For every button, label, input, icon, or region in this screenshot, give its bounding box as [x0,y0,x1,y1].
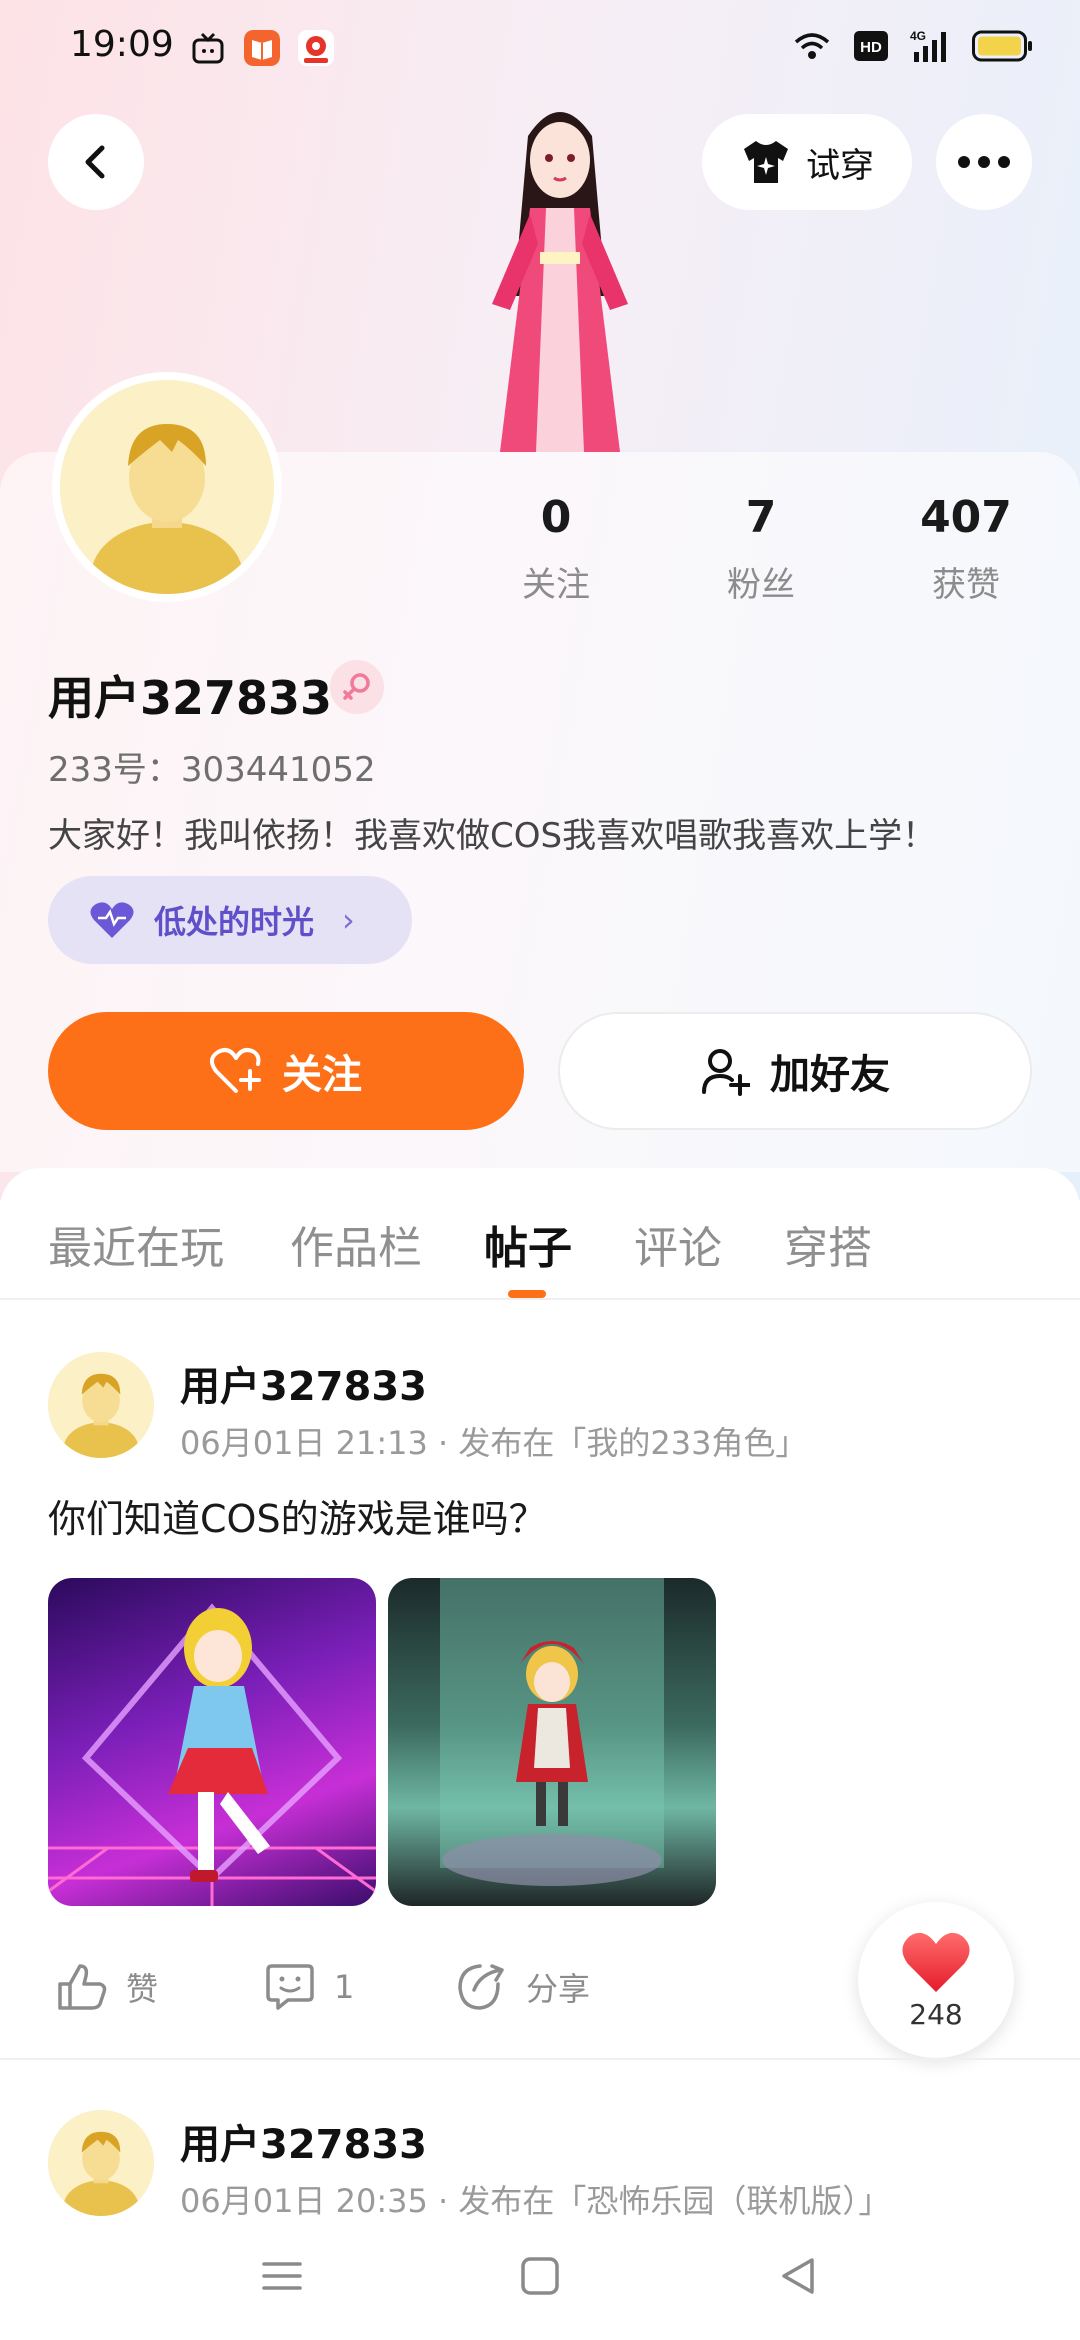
status-app-icons [190,30,334,66]
stat-following-label: 关注 [522,565,590,605]
profile-bio: 大家好！我叫依扬！我喜欢做COS我喜欢唱歌我喜欢上学！ [48,816,937,856]
tv-app-icon [192,32,224,64]
stat-likes[interactable]: 407 获赞 [876,492,1056,606]
stat-following[interactable]: 0 关注 [466,492,646,606]
active-tab-indicator [508,1290,546,1298]
share-action[interactable]: 分享 [456,1962,590,2012]
post-image-2[interactable] [388,1578,716,1906]
post-meta: 06月01日 20:35 · 发布在「恐怖乐园（联机版）」 [180,2182,891,2220]
hd-icon: HD [854,31,888,61]
chevron-right-icon: › [342,901,355,939]
comment-count: 1 [334,1968,355,2006]
profile-tabs: 最近在玩 作品栏 帖子 评论 穿搭 [0,1200,1080,1300]
default-avatar-icon [48,1352,154,1458]
stat-followers-count: 7 [745,492,777,543]
comment-smile-icon [266,1964,314,2010]
post-meta: 06月01日 21:13 · 发布在「我的233角色」 [180,1424,808,1462]
like-action[interactable]: 赞 [56,1962,158,2012]
gender-badge [330,660,384,714]
post-image-cosplay-dance [48,1603,376,1906]
comment-action[interactable]: 1 [264,1962,354,2012]
post-author-avatar[interactable] [48,2110,154,2216]
more-options-button[interactable] [936,114,1032,210]
stat-following-count: 0 [540,492,572,543]
female-gender-icon [343,673,370,700]
profile-user-id: 233号：303441052 [48,750,376,790]
heart-icon [902,1932,970,1992]
try-on-button[interactable]: 试穿 [702,114,912,210]
book-app-icon [244,30,280,66]
svg-text:4G: 4G [910,29,926,43]
share-action-label: 分享 [526,1970,591,2008]
follow-button-label: 关注 [282,1052,362,1098]
profile-avatar[interactable] [52,372,282,602]
status-time: 19:09 [70,24,174,65]
try-on-label: 试穿 [806,145,874,186]
post-image-game-character [440,1578,664,1886]
mood-chip-label: 低处的时光 [154,903,315,941]
add-friend-button-label: 加好友 [770,1052,890,1098]
home-square-icon[interactable] [520,2256,560,2296]
battery-icon [972,30,1032,62]
follow-button[interactable]: 关注 [48,1012,524,1130]
stat-likes-count: 407 [920,492,1012,543]
tabs-divider [0,1298,1080,1300]
thumbs-up-icon [58,1964,107,2010]
svg-text:HD: HD [860,39,882,56]
location-app-icon [298,30,334,66]
post-author-avatar[interactable] [48,1352,154,1458]
add-friend-button[interactable]: 加好友 [558,1012,1032,1130]
stat-followers[interactable]: 7 粉丝 [671,492,851,606]
status-indicators: HD 4G [792,28,1034,64]
floating-like-count: 248 [909,1997,963,2031]
tab-outfits[interactable]: 穿搭 [784,1212,872,1276]
heart-wave-icon [90,902,134,938]
chevron-left-icon [85,145,105,179]
mood-chip[interactable]: 低处的时光 › [48,876,412,964]
back-triangle-icon[interactable] [778,2256,818,2296]
system-navigation-bar [0,2218,1080,2340]
post-divider [0,2058,1080,2060]
wifi-icon [794,33,830,59]
post-text[interactable]: 你们知道COS的游戏是谁吗？ [48,1488,547,1543]
share-icon [458,1964,504,2010]
heart-plus-icon [210,1048,261,1093]
floating-like-button[interactable]: 248 [858,1902,1014,2058]
like-action-label: 赞 [126,1970,159,2008]
4g-signal-icon: 4G [910,29,946,62]
post-image-1[interactable] [48,1578,376,1906]
status-bar: 19:09 HD 4G [0,0,1080,96]
more-dots-icon [958,156,1010,168]
stat-followers-label: 粉丝 [727,565,795,605]
post-author-name[interactable]: 用户327833 [180,2112,427,2170]
tab-comments[interactable]: 评论 [634,1212,722,1276]
tab-posts[interactable]: 帖子 [484,1212,572,1276]
add-user-icon [702,1049,750,1096]
menu-icon[interactable] [262,2256,302,2296]
post-author-name[interactable]: 用户327833 [180,1354,427,1412]
default-avatar-icon [60,380,274,594]
tshirt-sparkle-icon [744,141,788,183]
stat-likes-label: 获赞 [932,565,1000,605]
default-avatar-icon [48,2110,154,2216]
profile-username: 用户327833 [48,671,333,725]
character-avatar-image[interactable] [420,96,700,452]
tab-works[interactable]: 作品栏 [290,1212,422,1276]
back-button[interactable] [48,114,144,210]
tab-recently-played[interactable]: 最近在玩 [48,1212,224,1276]
